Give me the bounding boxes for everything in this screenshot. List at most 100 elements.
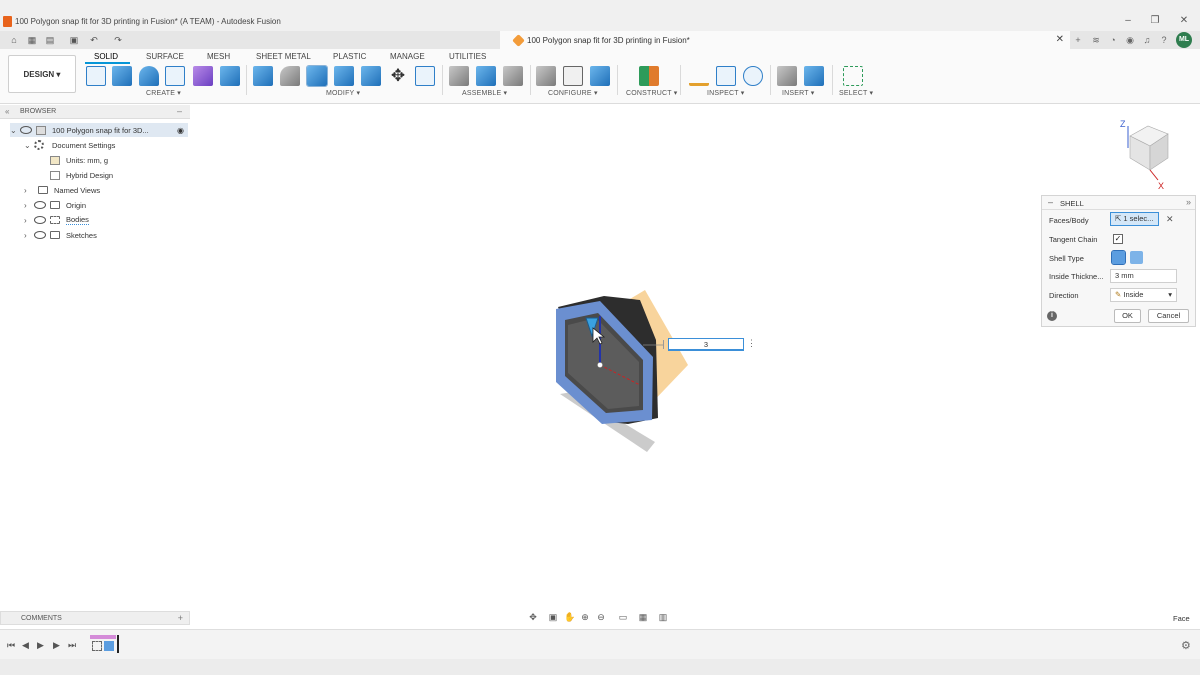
visibility-eye-icon[interactable]: [20, 126, 32, 134]
save-icon[interactable]: ▣: [68, 34, 80, 46]
chevron-down-icon[interactable]: ⌄: [24, 141, 34, 150]
chevron-right-icon[interactable]: ›: [24, 216, 34, 225]
close-tab-icon[interactable]: ✕: [1056, 34, 1064, 45]
collapse-icon[interactable]: –: [1048, 197, 1053, 207]
new-tab-icon[interactable]: +: [1072, 34, 1084, 46]
move-copy-icon[interactable]: ✥: [388, 66, 408, 86]
configure-menu[interactable]: CONFIGURE ▾: [548, 89, 598, 97]
browser-item-origin[interactable]: › Origin: [24, 198, 86, 212]
as-built-joint-icon[interactable]: [503, 66, 523, 86]
activate-radio-icon[interactable]: ◉: [177, 126, 184, 135]
tab-surface[interactable]: SURFACE: [146, 52, 184, 61]
viewports-icon[interactable]: ▥: [658, 612, 668, 622]
timeline-shell-icon[interactable]: [104, 641, 114, 651]
expand-dialog-icon[interactable]: »: [1186, 197, 1191, 207]
tab-mesh[interactable]: MESH: [207, 52, 230, 61]
sweep-icon[interactable]: [165, 66, 185, 86]
insert-derive-icon[interactable]: [777, 66, 797, 86]
job-status-icon[interactable]: ◉: [1124, 34, 1136, 46]
browser-item-document-settings[interactable]: ⌄ Document Settings: [24, 138, 115, 152]
offset-plane-icon[interactable]: [639, 66, 659, 86]
grid-settings-icon[interactable]: ▦: [638, 612, 648, 622]
tangent-chain-checkbox[interactable]: ✓: [1113, 234, 1123, 244]
view-cube[interactable]: Z X: [1118, 118, 1178, 190]
look-at-icon[interactable]: ▣: [548, 612, 558, 622]
timeline-settings-icon[interactable]: ⚙: [1181, 639, 1191, 652]
help-icon[interactable]: ?: [1158, 34, 1170, 46]
section-analysis-icon[interactable]: [743, 66, 763, 86]
insert-canvas-icon[interactable]: [804, 66, 824, 86]
timeline-marker[interactable]: [117, 635, 119, 653]
file-menu-icon[interactable]: ▤: [44, 34, 56, 46]
create-menu[interactable]: CREATE ▾: [146, 89, 181, 97]
document-tab[interactable]: 100 Polygon snap fit for 3D printing in …: [500, 31, 1070, 49]
inside-thickness-input[interactable]: 3 mm: [1110, 269, 1177, 283]
create-sketch-icon[interactable]: [86, 66, 106, 86]
new-component-icon[interactable]: [476, 66, 496, 86]
clear-selection-icon[interactable]: ✕: [1166, 214, 1174, 225]
select-menu[interactable]: SELECT ▾: [839, 89, 873, 97]
go-to-start-icon[interactable]: ⏮: [7, 640, 15, 651]
browser-item-bodies[interactable]: › Bodies: [24, 213, 89, 227]
revolve-icon[interactable]: [139, 66, 159, 86]
tab-sheet-metal[interactable]: SHEET METAL: [256, 52, 311, 61]
fit-icon[interactable]: ⊖: [596, 612, 606, 622]
home-icon[interactable]: ⌂: [8, 34, 20, 46]
thickness-manipulator-arrow[interactable]: [585, 317, 599, 338]
redo-icon[interactable]: ↷: [112, 34, 124, 46]
browser-item-sketches[interactable]: › Sketches: [24, 228, 97, 242]
cancel-button[interactable]: Cancel: [1148, 309, 1189, 323]
modify-menu[interactable]: MODIFY ▾: [326, 89, 360, 97]
construct-menu[interactable]: CONSTRUCT ▾: [626, 89, 677, 97]
assemble-menu[interactable]: ASSEMBLE ▾: [462, 89, 507, 97]
browser-expand-icon[interactable]: «: [5, 107, 9, 116]
browser-item-named-views[interactable]: › Named Views: [24, 183, 100, 197]
data-panel-icon[interactable]: ≋: [1090, 34, 1102, 46]
select-icon[interactable]: [843, 66, 863, 86]
thickness-input-box[interactable]: 3: [668, 338, 744, 351]
config-table-icon[interactable]: [563, 66, 583, 86]
user-avatar[interactable]: ML: [1176, 32, 1192, 48]
box-icon[interactable]: [220, 66, 240, 86]
extrude-icon[interactable]: [112, 66, 132, 86]
shell-type-sharp-icon[interactable]: [1111, 250, 1126, 265]
visibility-eye-icon[interactable]: [34, 201, 46, 209]
form-icon[interactable]: [193, 66, 213, 86]
theme-icon[interactable]: [590, 66, 610, 86]
interference-icon[interactable]: [716, 66, 736, 86]
shell-type-rounded-icon[interactable]: [1130, 251, 1143, 264]
ok-button[interactable]: OK: [1114, 309, 1141, 323]
browser-item-hybrid-design[interactable]: Hybrid Design: [50, 168, 113, 182]
pan-icon[interactable]: ✋: [564, 612, 575, 622]
fillet-icon[interactable]: [280, 66, 300, 86]
tab-plastic[interactable]: PLASTIC: [333, 52, 366, 61]
align-icon[interactable]: [415, 66, 435, 86]
configure-icon[interactable]: [536, 66, 556, 86]
tab-utilities[interactable]: UTILITIES: [449, 52, 486, 61]
grid-icon[interactable]: ▦: [26, 34, 38, 46]
display-settings-icon[interactable]: ▭: [618, 612, 628, 622]
go-to-end-icon[interactable]: ⏭: [68, 640, 76, 651]
combine-icon[interactable]: [334, 66, 354, 86]
minimize-button[interactable]: –: [1120, 14, 1136, 28]
extensions-icon[interactable]: ◔: [1107, 34, 1119, 46]
split-body-icon[interactable]: [361, 66, 381, 86]
visibility-eye-icon[interactable]: [34, 216, 46, 224]
insert-menu[interactable]: INSERT ▾: [782, 89, 814, 97]
chevron-right-icon[interactable]: ›: [24, 186, 34, 195]
faces-body-selection[interactable]: ⇱ 1 selec...: [1110, 212, 1159, 226]
joint-icon[interactable]: [449, 66, 469, 86]
chevron-right-icon[interactable]: ›: [24, 231, 34, 240]
tab-solid[interactable]: SOLID: [94, 52, 118, 61]
undo-icon[interactable]: ↶: [88, 34, 100, 46]
direction-dropdown[interactable]: ✎ Inside ▾: [1110, 288, 1177, 302]
tab-manage[interactable]: MANAGE: [390, 52, 425, 61]
browser-collapse-icon[interactable]: –: [177, 106, 182, 116]
chevron-down-icon[interactable]: ⌄: [10, 126, 20, 135]
visibility-eye-icon[interactable]: [34, 231, 46, 239]
notifications-icon[interactable]: ♫: [1141, 34, 1153, 46]
measure-icon[interactable]: [689, 66, 709, 86]
info-icon[interactable]: i: [1047, 311, 1057, 321]
timeline-features[interactable]: [90, 635, 120, 653]
inspect-menu[interactable]: INSPECT ▾: [707, 89, 744, 97]
